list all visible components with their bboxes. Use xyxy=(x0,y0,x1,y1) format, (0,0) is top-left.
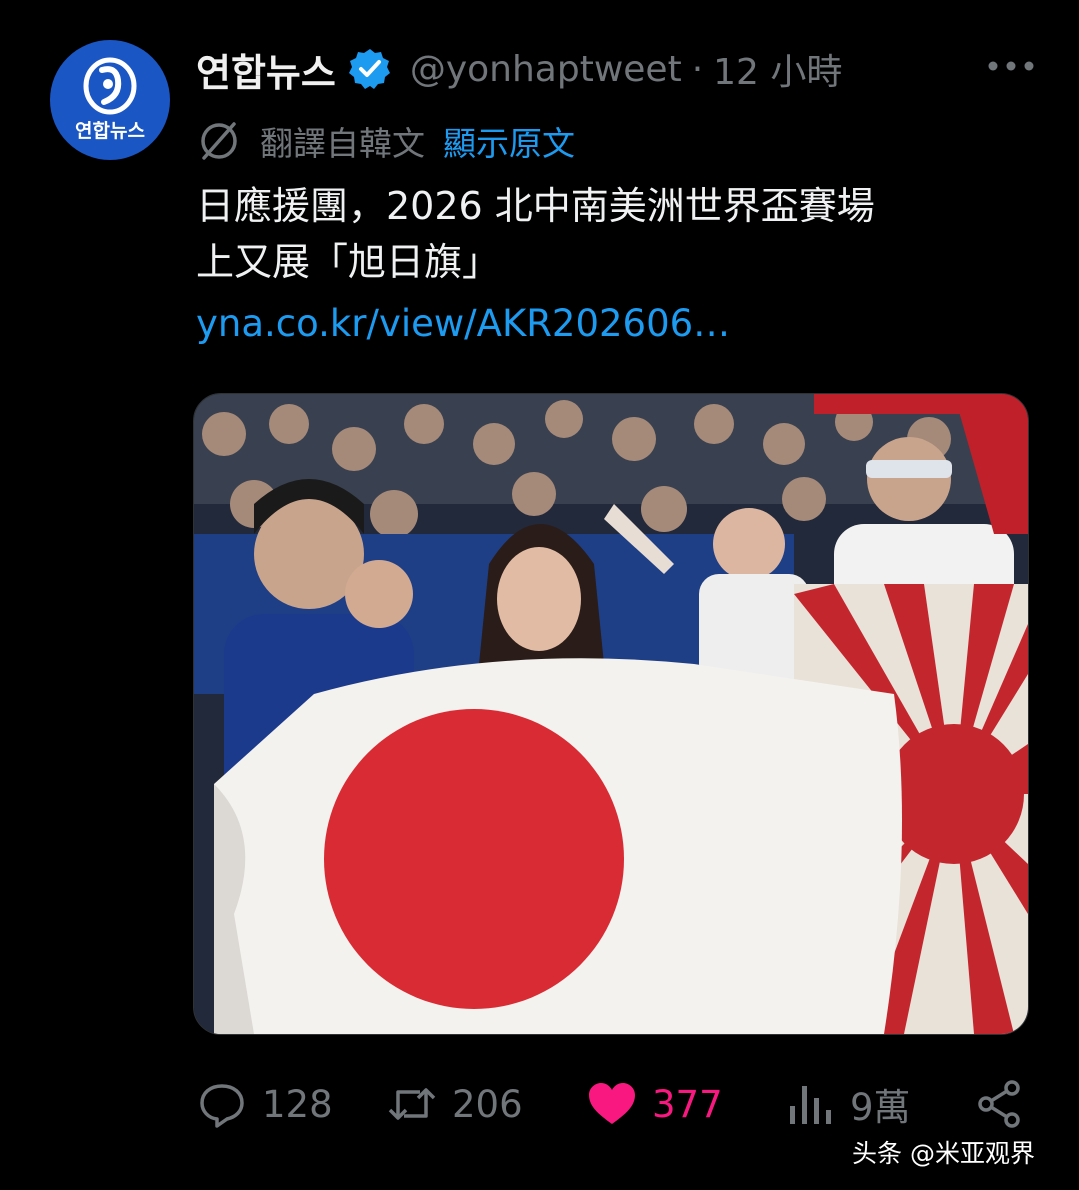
avatar-label: 연합뉴스 xyxy=(75,120,145,142)
tweet-time[interactable]: 12 小時 xyxy=(713,43,842,95)
tweet-media[interactable] xyxy=(193,393,1029,1035)
views-button[interactable]: 9萬 xyxy=(784,1074,911,1134)
translate-icon xyxy=(201,122,237,160)
tweet-text: 日應援團，2026 北中南美洲世界盃賽場 上又展「旭日旗」 xyxy=(196,184,875,284)
reply-count: 128 xyxy=(262,1082,333,1126)
media-image xyxy=(194,394,1028,1034)
share-icon xyxy=(978,1080,1020,1128)
action-bar: 128 206 377 9萬 xyxy=(196,1074,1028,1134)
views-count: 9萬 xyxy=(850,1086,911,1129)
avatar[interactable]: 연합뉴스 xyxy=(50,40,170,160)
share-button[interactable] xyxy=(974,1074,1026,1134)
translated-from-label: 翻譯自韓文 xyxy=(260,124,425,163)
translation-row: 翻譯自韓文 顯示原文 xyxy=(196,114,575,168)
reply-button[interactable]: 128 xyxy=(196,1074,333,1134)
retweet-icon xyxy=(388,1088,436,1120)
tweet-header: 연합뉴스 @yonhaptweet · 12 小時 xyxy=(196,40,1036,98)
reply-icon xyxy=(200,1084,244,1128)
tweet-link[interactable]: yna.co.kr/view/AKR202606… xyxy=(196,302,730,345)
like-button[interactable]: 377 xyxy=(586,1074,723,1134)
views-icon xyxy=(790,1086,831,1124)
author-handle[interactable]: @yonhaptweet xyxy=(410,49,682,90)
like-count: 377 xyxy=(652,1082,723,1126)
verified-badge-icon xyxy=(348,49,390,89)
show-original-link[interactable]: 顯示原文 xyxy=(443,117,575,165)
author-name[interactable]: 연합뉴스 xyxy=(196,42,336,97)
meta-separator: · xyxy=(691,48,704,90)
retweet-button[interactable]: 206 xyxy=(386,1074,523,1134)
like-icon xyxy=(589,1083,635,1124)
watermark: 头条 @米亚观界 xyxy=(852,1139,1035,1168)
retweet-count: 206 xyxy=(452,1082,523,1126)
more-icon[interactable] xyxy=(986,56,1036,76)
